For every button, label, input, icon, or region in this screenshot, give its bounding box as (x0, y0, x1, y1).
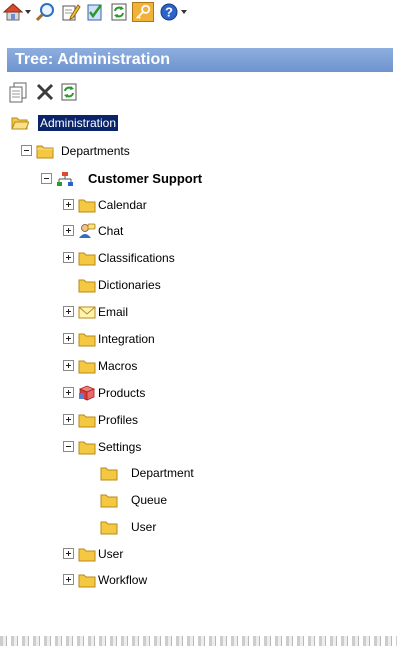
tree-node-label: Profiles (98, 413, 139, 427)
folder-icon (100, 467, 118, 481)
folder-icon (78, 574, 96, 588)
tree-node-label: User (98, 547, 124, 561)
folder-icon (78, 414, 96, 428)
tree-node-label: Calendar (98, 198, 147, 212)
folder-icon (78, 333, 96, 347)
tree-view: Administration Departments Customer Supp… (0, 0, 397, 646)
tree-node-label: Macros (98, 359, 138, 373)
org-chart-icon (57, 172, 73, 186)
collapse-toggle[interactable] (21, 145, 32, 156)
tree-node-label: Settings (98, 440, 142, 454)
products-icon (78, 385, 96, 401)
folder-icon (78, 199, 96, 213)
expand-toggle[interactable] (63, 306, 74, 317)
tree-node-label: Departments (61, 144, 130, 158)
envelope-icon (78, 306, 96, 319)
expand-toggle[interactable] (63, 225, 74, 236)
tree-node-label: Workflow (98, 573, 148, 587)
folder-icon (78, 441, 96, 455)
folder-icon (78, 548, 96, 562)
folder-icon (78, 279, 96, 293)
collapse-toggle[interactable] (41, 173, 52, 184)
tree-node-label: Email (98, 305, 129, 319)
tree-node-label: Products (98, 386, 146, 400)
expand-toggle[interactable] (63, 414, 74, 425)
expand-toggle[interactable] (63, 387, 74, 398)
tree-node-label: Classifications (98, 251, 175, 265)
chat-user-icon (79, 223, 96, 238)
tree-node-label: Queue (131, 493, 168, 507)
tree-node-label: Integration (98, 332, 155, 346)
app-window: ? Tree: Administration Administration De… (0, 0, 397, 646)
folder-icon (36, 145, 54, 159)
tree-node-label: Chat (98, 224, 124, 238)
expand-toggle[interactable] (63, 360, 74, 371)
folder-icon (78, 252, 96, 266)
torn-bottom-edge (0, 636, 397, 646)
expand-toggle[interactable] (63, 333, 74, 344)
tree-node-label: Dictionaries (98, 278, 161, 292)
folder-icon (100, 494, 118, 508)
expand-toggle[interactable] (63, 574, 74, 585)
tree-node-label: User (131, 520, 157, 534)
collapse-toggle[interactable] (63, 441, 74, 452)
expand-toggle[interactable] (63, 548, 74, 559)
tree-node-label: Department (131, 466, 194, 480)
folder-open-icon (11, 117, 29, 130)
folder-icon (100, 521, 118, 535)
expand-toggle[interactable] (63, 252, 74, 263)
tree-node-label: Customer Support (88, 171, 203, 186)
expand-toggle[interactable] (63, 199, 74, 210)
folder-icon (78, 360, 96, 374)
tree-node-label: Administration (38, 115, 119, 131)
